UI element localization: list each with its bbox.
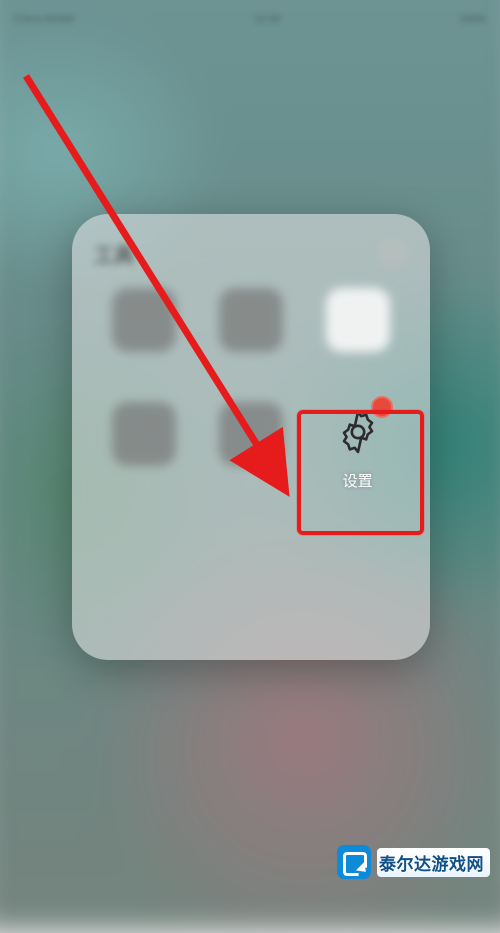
app-icon-4 <box>112 402 176 466</box>
app-grid: ·· ·· ··· ·· ·· <box>94 288 408 491</box>
settings-label: 设置 <box>343 470 373 491</box>
status-battery: 100% <box>459 13 486 25</box>
app-label-3: ··· <box>352 360 364 374</box>
app-label-2: ·· <box>247 360 255 374</box>
app-item-4[interactable]: ·· <box>94 402 195 491</box>
settings-notification-badge <box>371 396 393 418</box>
app-icon-3 <box>326 288 390 352</box>
status-carrier: China Mobile <box>14 13 75 25</box>
status-bar: China Mobile 12:00 100% <box>0 0 500 36</box>
watermark: 泰尔达游戏网 <box>329 837 500 889</box>
watermark-text: 泰尔达游戏网 <box>377 848 490 877</box>
settings-app[interactable]: 设置 <box>307 402 408 491</box>
folder-popup: 工具 ·· ·· ··· ·· ·· <box>72 214 430 660</box>
folder-title: 工具 <box>94 239 134 268</box>
app-label-4: ·· <box>140 474 148 488</box>
app-icon-1 <box>112 288 176 352</box>
status-time: 12:00 <box>254 13 280 25</box>
app-item-3[interactable]: ··· <box>307 288 408 374</box>
app-item-5[interactable]: ·· <box>201 402 302 491</box>
folder-header: 工具 <box>94 236 408 270</box>
app-label-1: ·· <box>140 360 148 374</box>
folder-more-button[interactable] <box>378 238 408 268</box>
app-item-1[interactable]: ·· <box>94 288 195 374</box>
app-label-5: ·· <box>247 474 255 488</box>
app-icon-2 <box>219 288 283 352</box>
app-icon-5 <box>219 402 283 466</box>
app-item-2[interactable]: ·· <box>201 288 302 374</box>
watermark-logo-icon <box>337 845 371 879</box>
